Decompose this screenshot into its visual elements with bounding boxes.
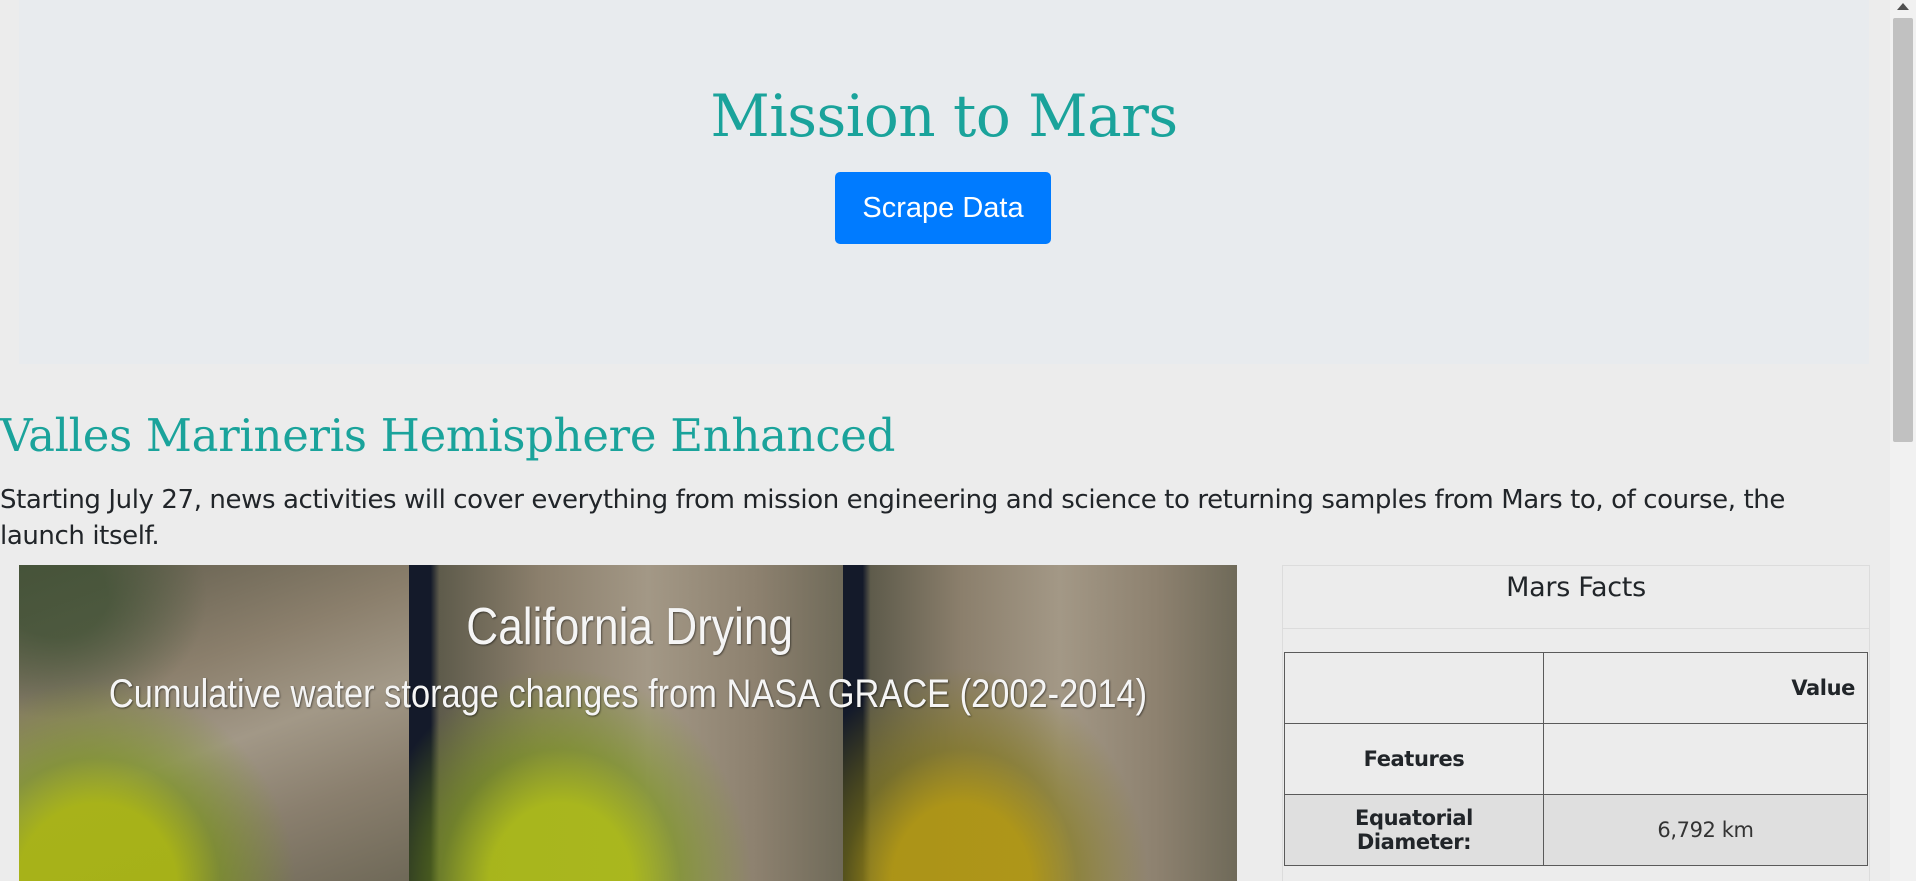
news-title: Valles Marineris Hemisphere Enhanced: [0, 409, 896, 462]
mars-facts-table: Value Features Equatorial Diameter: 6,79…: [1284, 652, 1868, 866]
row-value: [1543, 723, 1868, 795]
jumbotron: Mission to Mars Scrape Data: [19, 0, 1869, 364]
table-row: Equatorial Diameter: 6,792 km: [1284, 794, 1868, 866]
table-header-blank: [1284, 652, 1544, 724]
vertical-scrollbar[interactable]: [1890, 0, 1916, 881]
news-paragraph: Starting July 27, news activities will c…: [0, 485, 1785, 551]
row-label: Features: [1284, 723, 1544, 795]
row-value: 6,792 km: [1543, 794, 1868, 866]
scrollbar-thumb[interactable]: [1893, 18, 1913, 442]
table-header-value: Value: [1543, 652, 1868, 724]
row-label: Equatorial Diameter:: [1284, 794, 1544, 866]
image-caption-title: California Drying: [466, 598, 794, 656]
mars-facts-card: Mars Facts Value Features Equatorial Dia…: [1282, 565, 1870, 881]
page: Mission to Mars Scrape Data Valles Marin…: [0, 0, 1916, 881]
image-caption-subtitle: Cumulative water storage changes from NA…: [108, 672, 1148, 716]
featured-mars-image: California Drying Cumulative water stora…: [19, 565, 1237, 881]
scroll-up-arrow-icon[interactable]: [1897, 3, 1909, 10]
mars-facts-title: Mars Facts: [1283, 566, 1869, 629]
page-title: Mission to Mars: [710, 82, 1178, 150]
scrape-data-button[interactable]: Scrape Data: [835, 172, 1051, 244]
table-header-row: Value: [1284, 652, 1868, 724]
table-row: Features: [1284, 723, 1868, 795]
